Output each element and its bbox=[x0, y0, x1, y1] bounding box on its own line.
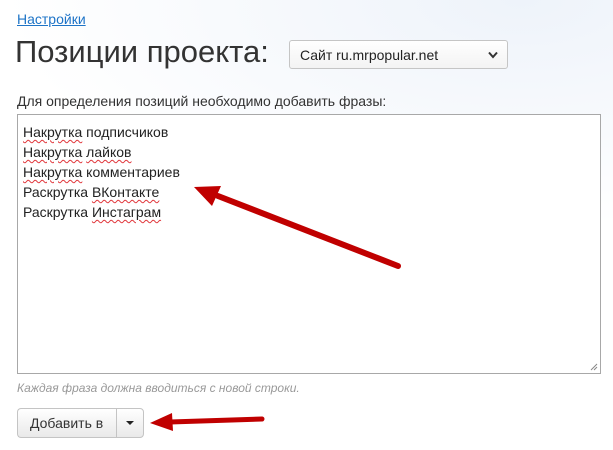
phrase-word: Инстаграм bbox=[91, 204, 162, 220]
phrase-line: Раскрутка ВКонтакте bbox=[23, 182, 595, 202]
phrase-word: Накрутка bbox=[23, 144, 83, 160]
phrase-line: Накрутка комментариев bbox=[23, 162, 595, 182]
phrase-word: Накрутка bbox=[23, 124, 83, 140]
phrases-textarea[interactable]: Накрутка подписчиков Накрутка лайков Нак… bbox=[17, 114, 601, 374]
phrase-word: Раскрутка bbox=[23, 204, 89, 220]
site-select[interactable]: Сайт ru.mrpopular.net bbox=[289, 40, 508, 69]
add-to-button[interactable]: Добавить в bbox=[17, 408, 116, 438]
phrases-label: Для определения позиций необходимо добав… bbox=[17, 93, 387, 109]
annotation-arrow-button bbox=[150, 413, 265, 431]
phrase-word: Раскрутка bbox=[23, 184, 89, 200]
resize-grip-icon[interactable] bbox=[588, 361, 598, 371]
chevron-down-icon bbox=[488, 51, 498, 59]
add-to-button-group: Добавить в bbox=[17, 408, 144, 438]
phrase-line: Накрутка подписчиков bbox=[23, 122, 595, 142]
project-positions-page: Настройки Позиции проекта: Сайт ru.mrpop… bbox=[0, 0, 613, 450]
add-to-dropdown-toggle[interactable] bbox=[116, 408, 144, 438]
page-title: Позиции проекта: bbox=[15, 34, 269, 69]
caret-down-icon bbox=[126, 421, 134, 425]
phrase-word: комментариев bbox=[86, 164, 180, 180]
phrase-word: Накрутка bbox=[23, 164, 83, 180]
phrase-word: лайков bbox=[86, 144, 132, 160]
site-select-value: Сайт ru.mrpopular.net bbox=[300, 47, 439, 63]
phrase-line: Накрутка лайков bbox=[23, 142, 595, 162]
phrase-line: Раскрутка Инстаграм bbox=[23, 202, 595, 222]
settings-link[interactable]: Настройки bbox=[17, 11, 86, 27]
phrase-word: ВКонтакте bbox=[91, 184, 160, 200]
phrases-hint: Каждая фраза должна вводиться с новой ст… bbox=[17, 381, 300, 395]
phrase-word: подписчиков bbox=[86, 124, 169, 140]
